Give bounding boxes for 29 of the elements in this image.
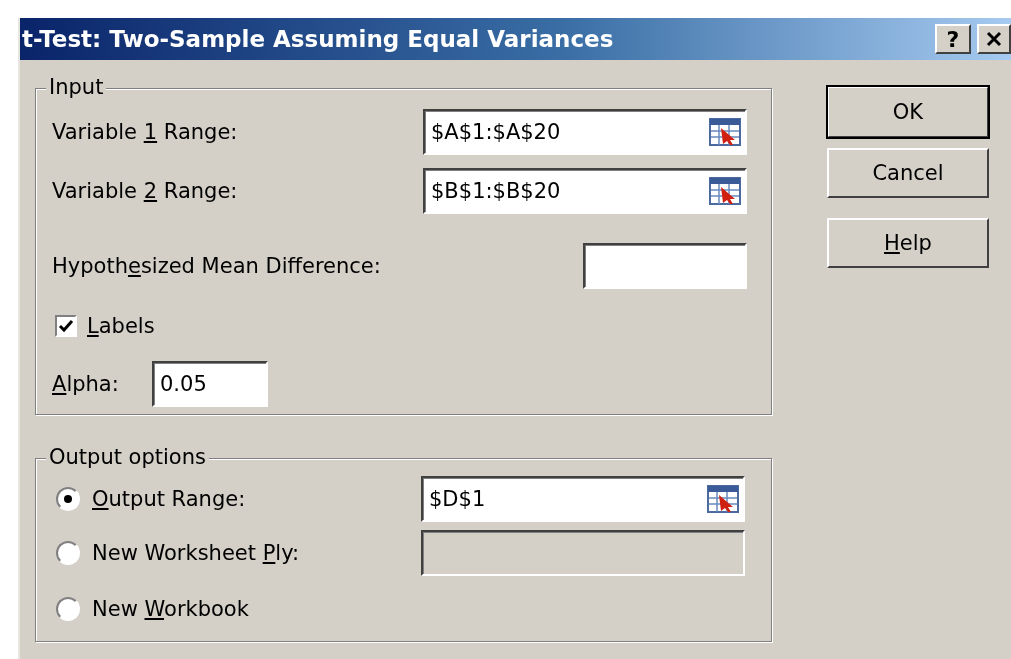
radio-label[interactable]: New Worksheet Ply: — [92, 541, 421, 565]
group-legend: Input — [46, 75, 107, 99]
checkbox[interactable] — [55, 315, 77, 337]
field-label: Alpha: — [52, 372, 120, 396]
input-field[interactable]: 0.05 — [152, 361, 268, 407]
range-select-icon[interactable] — [709, 177, 741, 205]
help-button[interactable]: ? — [935, 24, 971, 54]
checkbox-label[interactable]: Labels — [87, 314, 155, 338]
dialog-button[interactable]: OK — [827, 86, 989, 138]
window-title: t-Test: Two-Sample Assuming Equal Variances — [22, 26, 615, 52]
close-icon — [986, 31, 1002, 47]
dialog-button[interactable]: Help — [827, 218, 989, 268]
radio-label[interactable]: New Workbook — [92, 597, 249, 621]
group-legend: Output options — [46, 445, 209, 469]
field-label: Hypothesized Mean Difference: — [52, 254, 382, 278]
radio-label[interactable]: Output Range: — [92, 487, 421, 511]
input-field[interactable] — [583, 243, 747, 289]
radio-button[interactable] — [56, 597, 80, 621]
range-field[interactable]: $D$1 — [421, 476, 745, 522]
radio-button[interactable] — [56, 541, 80, 565]
range-select-icon[interactable] — [709, 118, 741, 146]
range-field[interactable]: $B$1:$B$20 — [423, 168, 747, 214]
field-label: Variable 1 Range: — [52, 120, 239, 144]
field-label: Variable 2 Range: — [52, 179, 239, 203]
range-field[interactable]: $A$1:$A$20 — [423, 109, 747, 155]
range-select-icon[interactable] — [707, 485, 739, 513]
dialog-button[interactable]: Cancel — [827, 148, 989, 198]
radio-button[interactable] — [56, 487, 80, 511]
close-button[interactable] — [977, 24, 1011, 54]
